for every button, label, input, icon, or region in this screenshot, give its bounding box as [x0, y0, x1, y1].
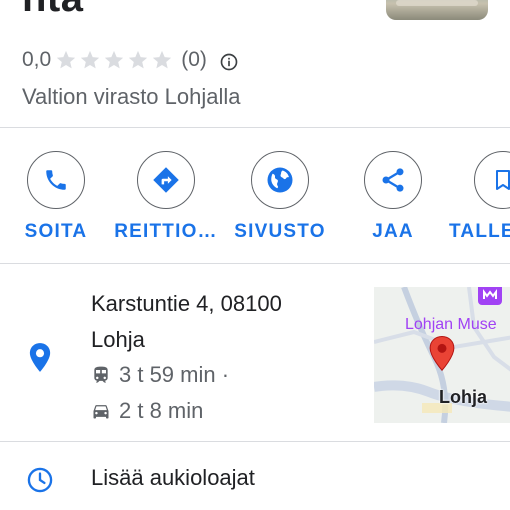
info-icon[interactable]: [219, 52, 239, 72]
call-button-circle[interactable]: [27, 151, 85, 209]
transit-time: 3 t 59 min ·: [119, 362, 230, 387]
divider: [0, 441, 510, 442]
transit-time-row: 3 t 59 min ·: [91, 362, 229, 388]
place-title: nta: [22, 0, 84, 18]
place-category: Valtion virasto Lohjalla: [22, 84, 241, 109]
divider: [0, 127, 510, 128]
place-photo[interactable]: [386, 0, 488, 20]
website-label: SIVUSTO: [234, 221, 326, 242]
star-icon: [57, 50, 76, 69]
share-button[interactable]: JAA: [338, 151, 448, 243]
save-button[interactable]: TALLE: [449, 151, 510, 243]
website-button[interactable]: SIVUSTO: [225, 151, 335, 243]
directions-button[interactable]: REITTIO…: [111, 151, 221, 243]
star-icon: [153, 50, 172, 69]
star-icon: [129, 50, 148, 69]
call-label: SOITA: [24, 221, 88, 242]
address-line-2: Lohja: [91, 327, 145, 352]
drive-time: 2 t 8 min: [119, 398, 204, 423]
review-count: (0): [181, 48, 207, 71]
museum-icon: [478, 287, 502, 305]
directions-button-circle[interactable]: [137, 151, 195, 209]
phone-icon: [46, 170, 66, 190]
rating-value: 0,0: [22, 48, 52, 71]
more-opening-hours[interactable]: Lisää aukioloajat: [91, 465, 255, 491]
map-city-label: Lohja: [439, 387, 487, 407]
bookmark-icon: [496, 170, 510, 190]
website-button-circle[interactable]: [251, 151, 309, 209]
share-label: JAA: [372, 221, 414, 242]
drive-time-row: 2 t 8 min: [91, 398, 203, 424]
rating-row[interactable]: 0,0 (0): [22, 45, 239, 75]
save-button-circle[interactable]: [474, 151, 510, 209]
save-label: TALLE: [449, 221, 510, 242]
share-icon: [382, 168, 404, 192]
rating-stars: [55, 49, 175, 71]
address-line-1: Karstuntie 4, 08100: [91, 291, 282, 316]
train-icon: [94, 366, 108, 383]
share-button-circle[interactable]: [364, 151, 422, 209]
directions-label: REITTIO…: [114, 221, 218, 242]
divider: [0, 263, 510, 264]
car-icon: [93, 405, 109, 419]
map-thumbnail[interactable]: Lohjan Muse Lohja: [374, 287, 510, 423]
clock-icon: [27, 467, 53, 493]
call-button[interactable]: SOITA: [1, 151, 111, 243]
star-icon: [105, 50, 124, 69]
address[interactable]: Karstuntie 4, 08100 Lohja: [91, 286, 282, 358]
map-museum-label: Lohjan Muse: [405, 316, 497, 333]
map-pin-icon: [429, 335, 455, 372]
globe-icon: [267, 167, 293, 193]
directions-icon: [153, 167, 179, 193]
star-icon: [81, 50, 100, 69]
location-pin-icon: [29, 343, 51, 372]
